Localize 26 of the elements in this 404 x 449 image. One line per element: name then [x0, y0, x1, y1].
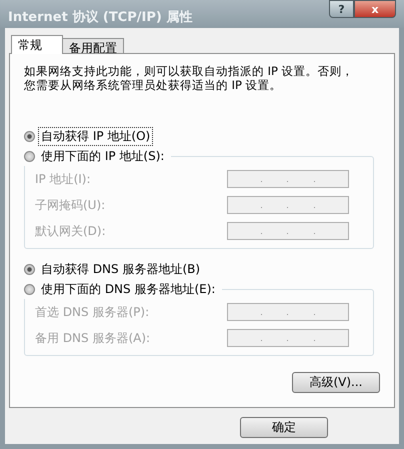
ok-button[interactable]: 确定	[240, 417, 328, 438]
field-label: 备用 DNS 服务器(A):	[35, 330, 150, 346]
radio-label[interactable]: 自动获得 IP 地址(O)	[38, 126, 154, 146]
window-title: Internet 协议 (TCP/IP) 属性	[8, 8, 192, 26]
ip-address-field[interactable]	[227, 196, 349, 214]
field-label: 默认网关(D):	[35, 222, 106, 240]
field-label: 首选 DNS 服务器(P):	[35, 304, 150, 320]
field-label: IP 地址(I):	[35, 170, 91, 188]
ip-address-field[interactable]	[227, 329, 349, 347]
advanced-button[interactable]: 高级(V)...	[292, 372, 380, 393]
ip-address-field[interactable]	[227, 222, 349, 240]
radio-button[interactable]	[24, 150, 35, 162]
close-button[interactable]: x	[354, 0, 396, 18]
radio-label[interactable]: 使用下面的 DNS 服务器地址(E):	[38, 280, 218, 298]
description-text: 如果网络支持此功能，则可以获取自动指派的 IP 设置。否则，您需要从网络系统管理员处获得适当的 IP 设置。	[24, 64, 354, 92]
radio-label[interactable]: 自动获得 DNS 服务器地址(B)	[38, 260, 204, 278]
tab[interactable]: 常规	[11, 35, 63, 54]
radio-label[interactable]: 使用下面的 IP 地址(S):	[38, 146, 168, 166]
ip-address-field[interactable]	[227, 303, 349, 321]
tab[interactable]: 备用配置	[62, 38, 124, 54]
field-label: 子网掩码(U):	[35, 196, 106, 214]
radio-button[interactable]	[24, 264, 35, 274]
radio-button[interactable]	[24, 284, 35, 294]
help-button[interactable]: ?	[329, 0, 354, 18]
radio-button[interactable]	[24, 130, 35, 142]
ip-address-field[interactable]	[227, 170, 349, 188]
